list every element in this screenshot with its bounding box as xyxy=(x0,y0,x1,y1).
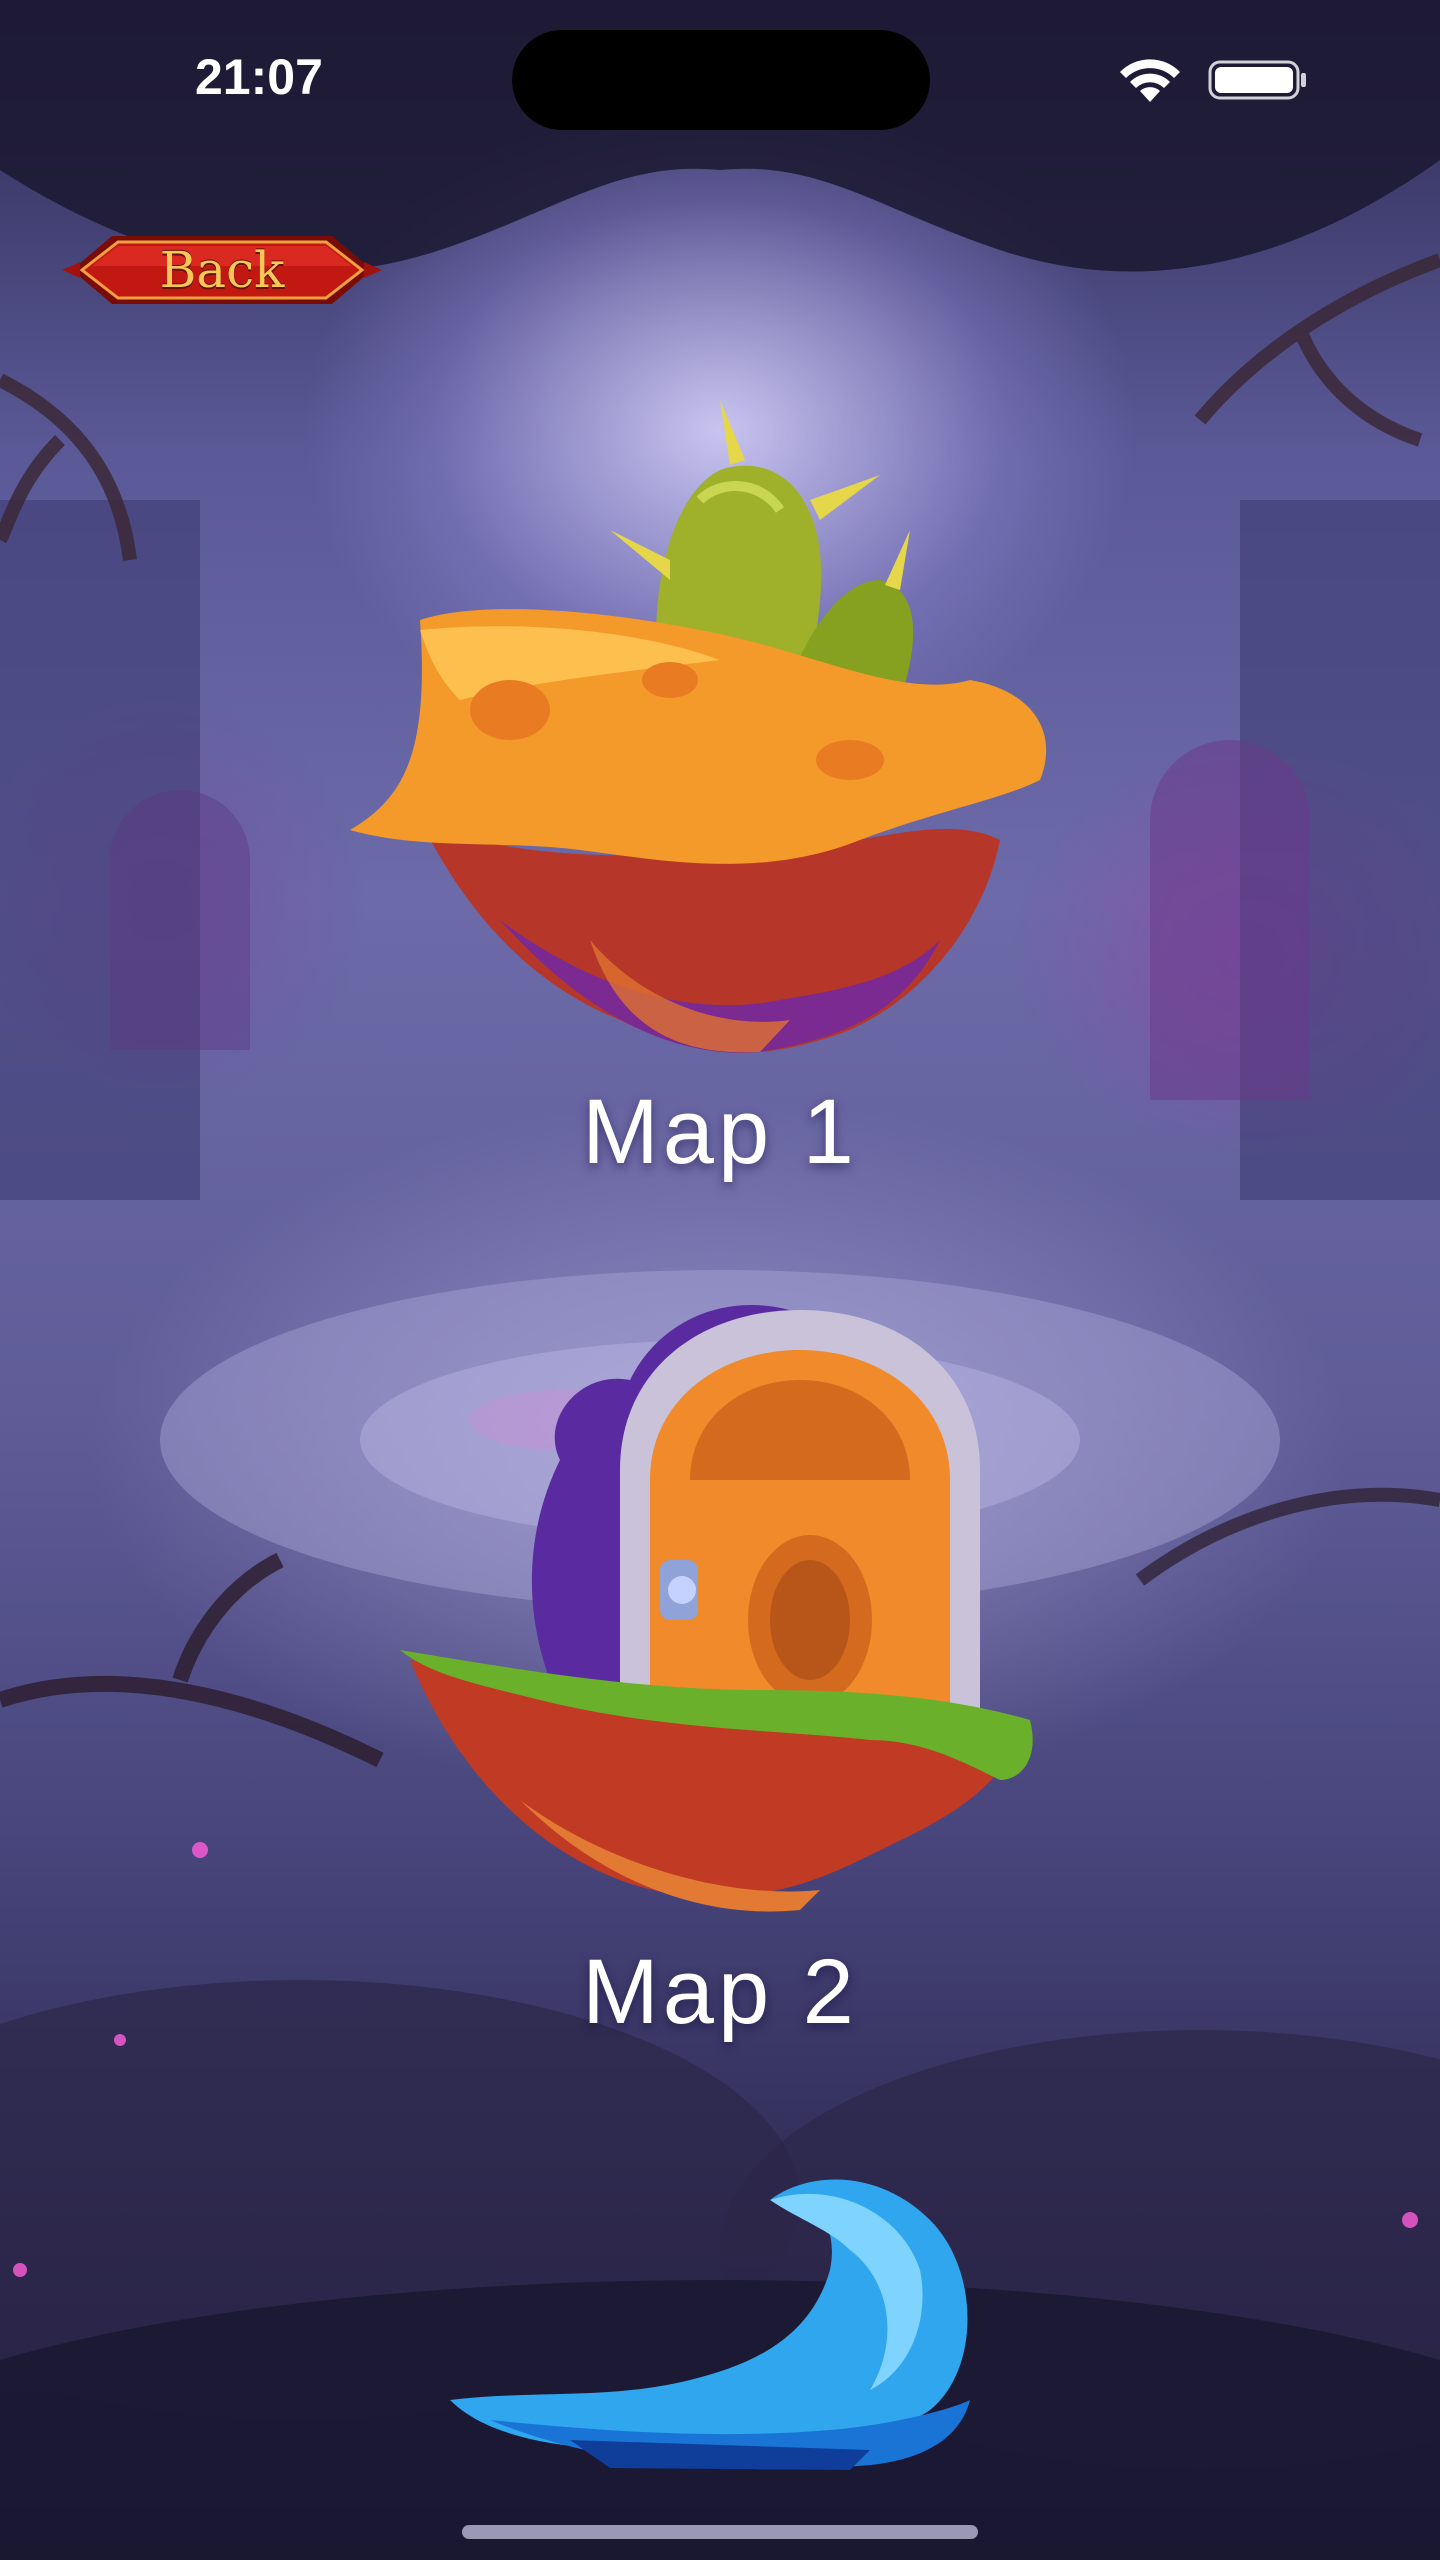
map-1-item[interactable]: Map 1 xyxy=(340,380,1100,1200)
wifi-icon xyxy=(1120,59,1180,102)
back-button[interactable]: Back xyxy=(62,222,382,318)
cactus-island-icon xyxy=(350,400,1047,1053)
map-1-label: Map 1 xyxy=(582,1081,858,1183)
dynamic-island xyxy=(512,30,930,130)
status-bar: 21:07 xyxy=(0,0,1440,150)
back-button-label: Back xyxy=(159,241,285,299)
home-indicator xyxy=(462,2525,978,2539)
map-2-item[interactable]: Map 2 xyxy=(400,1260,1040,2043)
map-3-item[interactable] xyxy=(450,2150,990,2480)
water-wave-island-icon xyxy=(450,2179,970,2470)
door-island-icon xyxy=(400,1305,1033,1912)
battery-icon xyxy=(1208,60,1306,100)
status-time: 21:07 xyxy=(195,49,323,105)
map-2-label: Map 2 xyxy=(582,1941,858,2043)
